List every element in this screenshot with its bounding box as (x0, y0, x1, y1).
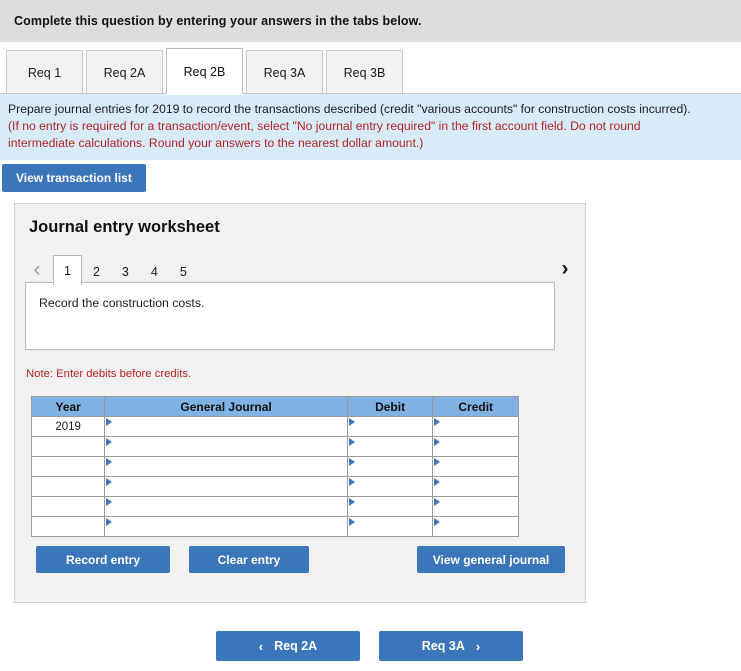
cell-credit[interactable] (432, 516, 519, 537)
journal-entry-worksheet-panel: Journal entry worksheet ‹ 1 2 3 4 5 › Re… (14, 203, 586, 603)
cell-year (30, 456, 106, 477)
dropdown-marker-icon (348, 418, 355, 426)
cell-debit[interactable] (346, 496, 434, 517)
chevron-right-icon[interactable]: › (551, 252, 579, 284)
worksheet-page-4[interactable]: 4 (140, 257, 169, 285)
requirement-tabstrip: Req 1 Req 2A Req 2B Req 3A Req 3B (0, 48, 741, 94)
instruction-line-alert-1: (If no entry is required for a transacti… (8, 119, 641, 133)
cell-general-journal[interactable] (104, 476, 348, 497)
dropdown-marker-icon (348, 438, 355, 446)
cell-year (30, 476, 106, 497)
dropdown-marker-icon (106, 458, 113, 466)
cell-credit[interactable] (432, 436, 519, 457)
cell-general-journal[interactable] (104, 516, 348, 537)
dropdown-marker-icon (348, 518, 355, 526)
requirement-tabs: Req 1 Req 2A Req 2B Req 3A Req 3B (6, 48, 406, 94)
dropdown-marker-icon (106, 518, 113, 526)
cell-credit[interactable] (432, 456, 519, 477)
cell-year (30, 516, 106, 537)
dropdown-marker-icon (434, 478, 441, 486)
cell-general-journal[interactable] (104, 416, 348, 437)
clear-entry-button[interactable]: Clear entry (189, 546, 309, 573)
dropdown-marker-icon (106, 478, 113, 486)
tab-req-1[interactable]: Req 1 (6, 50, 83, 94)
table-header-row: Year General Journal Debit Credit (30, 396, 519, 417)
worksheet-page-1[interactable]: 1 (53, 255, 82, 285)
cell-general-journal[interactable] (104, 436, 348, 457)
worksheet-page-2[interactable]: 2 (82, 257, 111, 285)
dropdown-marker-icon (434, 418, 441, 426)
tab-req-2b[interactable]: Req 2B (166, 48, 243, 94)
question-workspace: Complete this question by entering your … (0, 0, 741, 671)
cell-general-journal[interactable] (104, 496, 348, 517)
dropdown-marker-icon (434, 518, 441, 526)
worksheet-pager: ‹ 1 2 3 4 5 › (23, 251, 579, 285)
worksheet-title: Journal entry worksheet (29, 218, 220, 236)
bottom-navigation: ‹ Req 2A Req 3A › (0, 631, 741, 663)
column-header-credit: Credit (432, 396, 519, 417)
view-transaction-list-button[interactable]: View transaction list (2, 164, 146, 192)
dropdown-marker-icon (106, 418, 113, 426)
transaction-description-box: Record the construction costs. (25, 282, 555, 350)
dropdown-marker-icon (434, 438, 441, 446)
cell-debit[interactable] (346, 436, 434, 457)
dropdown-marker-icon (348, 498, 355, 506)
table-row (30, 436, 519, 457)
cell-debit[interactable] (346, 456, 434, 477)
instruction-line-alert-2: intermediate calculations. Round your an… (8, 136, 424, 150)
tab-req-3a[interactable]: Req 3A (246, 50, 323, 94)
dropdown-marker-icon (348, 478, 355, 486)
journal-entry-table-body: 2019 (30, 416, 519, 537)
transaction-description-text: Record the construction costs. (39, 296, 205, 310)
cell-credit[interactable] (432, 476, 519, 497)
debits-before-credits-note: Note: Enter debits before credits. (26, 368, 192, 380)
table-row (30, 496, 519, 517)
chevron-right-icon: › (475, 638, 481, 654)
previous-requirement-button[interactable]: ‹ Req 2A (216, 631, 360, 661)
chevron-left-icon: ‹ (258, 638, 264, 654)
column-header-debit: Debit (346, 396, 434, 417)
previous-requirement-label: Req 2A (274, 639, 318, 653)
instruction-line-primary: Prepare journal entries for 2019 to reco… (8, 102, 691, 116)
instructions-panel: Prepare journal entries for 2019 to reco… (0, 94, 741, 160)
table-row (30, 456, 519, 477)
dropdown-marker-icon (106, 498, 113, 506)
table-row (30, 516, 519, 537)
cell-debit[interactable] (346, 516, 434, 537)
cell-year (30, 496, 106, 517)
dropdown-marker-icon (106, 438, 113, 446)
question-header-title: Complete this question by entering your … (14, 14, 422, 28)
next-requirement-button[interactable]: Req 3A › (379, 631, 523, 661)
cell-year: 2019 (30, 416, 106, 437)
worksheet-page-5[interactable]: 5 (169, 257, 198, 285)
dropdown-marker-icon (434, 458, 441, 466)
cell-debit[interactable] (346, 476, 434, 497)
cell-debit[interactable] (346, 416, 434, 437)
column-header-general-journal: General Journal (104, 396, 348, 417)
worksheet-page-3[interactable]: 3 (111, 257, 140, 285)
record-entry-button[interactable]: Record entry (36, 546, 170, 573)
tab-req-2a[interactable]: Req 2A (86, 50, 163, 94)
view-general-journal-button[interactable]: View general journal (417, 546, 565, 573)
worksheet-page-tabs: 1 2 3 4 5 (53, 255, 198, 285)
table-row (30, 476, 519, 497)
cell-credit[interactable] (432, 416, 519, 437)
next-requirement-label: Req 3A (421, 639, 465, 653)
journal-entry-table: Year General Journal Debit Credit 2019 (30, 396, 519, 537)
cell-credit[interactable] (432, 496, 519, 517)
cell-general-journal[interactable] (104, 456, 348, 477)
worksheet-actions: Record entry Clear entry View general jo… (15, 546, 587, 576)
question-header-bar: Complete this question by entering your … (0, 0, 741, 42)
chevron-left-icon[interactable]: ‹ (23, 253, 51, 285)
tab-req-3b[interactable]: Req 3B (326, 50, 403, 94)
table-row: 2019 (30, 416, 519, 437)
dropdown-marker-icon (348, 458, 355, 466)
column-header-year: Year (30, 396, 106, 417)
dropdown-marker-icon (434, 498, 441, 506)
cell-year (30, 436, 106, 457)
